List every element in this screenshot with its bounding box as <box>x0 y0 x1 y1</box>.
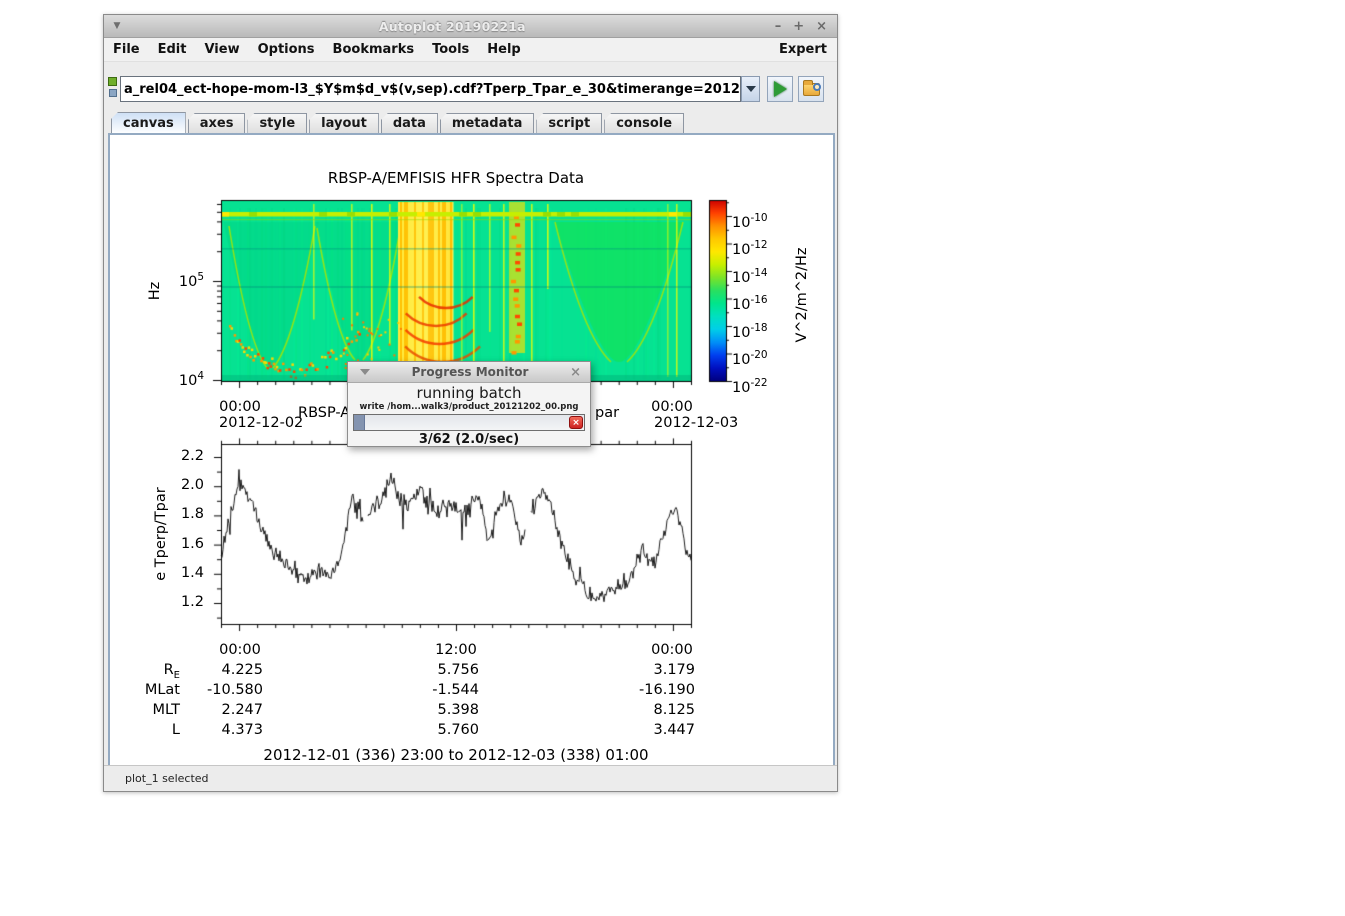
dialog-close-icon[interactable]: × <box>570 365 581 380</box>
menubar: File Edit View Options Bookmarks Tools H… <box>104 38 837 62</box>
spectrogram-title: RBSP-A/EMFISIS HFR Spectra Data <box>110 169 802 187</box>
minimize-button[interactable]: – <box>775 19 782 34</box>
ephemeris-value: 3.447 <box>615 722 695 738</box>
spectrogram-ylabel: Hz <box>147 282 163 301</box>
folder-search-icon <box>803 83 820 96</box>
window-title: Autoplot 20190221a <box>130 19 775 34</box>
lineplot-xtick-2: 00:00 <box>649 642 695 658</box>
datasource-aggregation-icon <box>109 89 117 97</box>
tab-axes[interactable]: axes <box>188 113 246 133</box>
ytick-1e4: 104 <box>168 370 204 389</box>
menu-file[interactable]: File <box>104 38 149 61</box>
lineplot-ytick-0: 2.2 <box>170 448 204 464</box>
ephemeris-value: 2.247 <box>183 702 263 718</box>
uri-text: a_rel04_ect-hope-mom-l3_$Y$m$d_v$(v,sep)… <box>124 82 741 97</box>
timerange-label: 2012-12-01 (336) 23:00 to 2012-12-03 (33… <box>110 746 802 764</box>
window-menu-icon[interactable]: ▼ <box>104 21 130 31</box>
ephemeris-value: -16.190 <box>615 682 695 698</box>
spec-xtick-right-time: 00:00 <box>649 399 695 415</box>
ephemeris-value: 4.373 <box>183 722 263 738</box>
dialog-titlebar[interactable]: Progress Monitor × <box>348 362 590 383</box>
browse-button[interactable] <box>798 76 824 102</box>
lineplot-xtick-0: 00:00 <box>217 642 263 658</box>
window-titlebar[interactable]: ▼ Autoplot 20190221a – + × <box>104 15 837 38</box>
cbar-tick-4: 10-18 <box>732 322 768 341</box>
tab-canvas[interactable]: canvas <box>111 112 186 133</box>
lineplot-ytick-5: 1.2 <box>170 594 204 610</box>
menu-help[interactable]: Help <box>478 38 529 61</box>
dialog-title: Progress Monitor <box>370 365 570 379</box>
progress-detail: write /hom...walk3/product_20121202_00.p… <box>348 402 590 412</box>
spec-xtick-left-date: 2012-12-02 <box>219 415 303 431</box>
status-bar: plot_1 selected <box>104 765 837 791</box>
datasource-type-icon <box>108 77 117 86</box>
uri-input[interactable]: a_rel04_ect-hope-mom-l3_$Y$m$d_v$(v,sep)… <box>120 76 741 102</box>
lineplot-xtick-1: 12:00 <box>433 642 479 658</box>
menu-bookmarks[interactable]: Bookmarks <box>324 38 424 61</box>
lineplot-ytick-1: 2.0 <box>170 477 204 493</box>
lineplot-ylabel: e Tperp/Tpar <box>153 487 169 580</box>
spec-xtick-left-time: 00:00 <box>217 399 263 415</box>
ephemeris-value: -1.544 <box>399 682 479 698</box>
cbar-tick-5: 10-20 <box>732 349 768 368</box>
ephemeris-value: 8.125 <box>615 702 695 718</box>
play-icon <box>774 81 787 97</box>
maximize-button[interactable]: + <box>793 19 804 34</box>
lineplot-ytick-3: 1.6 <box>170 536 204 552</box>
progress-task-label: running batch <box>348 384 590 402</box>
ephemeris-value: -10.580 <box>183 682 263 698</box>
menu-edit[interactable]: Edit <box>149 38 196 61</box>
progress-monitor-dialog[interactable]: Progress Monitor × running batch write /… <box>347 361 591 447</box>
lineplot-ytick-2: 1.8 <box>170 506 204 522</box>
menu-view[interactable]: View <box>195 38 248 61</box>
cbar-tick-6: 10-22 <box>732 377 768 396</box>
chevron-down-icon <box>746 86 756 92</box>
ephemeris-value: 4.225 <box>183 662 263 678</box>
status-text: plot_1 selected <box>125 772 209 785</box>
tab-data[interactable]: data <box>381 113 438 133</box>
ephemeris-value: 5.760 <box>399 722 479 738</box>
tab-console[interactable]: console <box>604 113 684 133</box>
tab-metadata[interactable]: metadata <box>440 113 534 133</box>
lineplot-ytick-4: 1.4 <box>170 565 204 581</box>
main-tabs: canvas axes style layout data metadata s… <box>104 112 837 133</box>
uri-dropdown-button[interactable] <box>741 76 760 102</box>
ephemeris-rowlabel-re: RE <box>110 662 180 681</box>
cbar-tick-2: 10-14 <box>732 267 768 286</box>
ephemeris-rowlabel-l: L <box>110 722 180 738</box>
plot-canvas-panel: RBSP-A/EMFISIS HFR Spectra Data Hz 105 1… <box>108 133 835 767</box>
go-button[interactable] <box>767 76 793 102</box>
progress-status: 3/62 (2.0/sec) <box>348 432 590 447</box>
spec-xtick-right-date: 2012-12-03 <box>654 415 738 431</box>
colorbar-label: V^2/m^2/Hz <box>794 247 810 342</box>
ephemeris-value: 3.179 <box>615 662 695 678</box>
close-button[interactable]: × <box>816 19 827 34</box>
cbar-tick-0: 10-10 <box>732 212 768 231</box>
progress-bar-fill <box>354 415 365 430</box>
lineplot-title-fragment-right: par <box>595 405 619 421</box>
menu-tools[interactable]: Tools <box>423 38 478 61</box>
expert-label[interactable]: Expert <box>779 42 837 57</box>
ephemeris-value: 5.756 <box>399 662 479 678</box>
ytick-1e5: 105 <box>168 271 204 290</box>
ephemeris-rowlabel-mlt: MLT <box>110 702 180 718</box>
ephemeris-value: 5.398 <box>399 702 479 718</box>
chevron-down-icon[interactable] <box>360 369 370 375</box>
tab-style[interactable]: style <box>247 113 307 133</box>
menu-options[interactable]: Options <box>249 38 324 61</box>
address-toolbar: a_rel04_ect-hope-mom-l3_$Y$m$d_v$(v,sep)… <box>104 62 837 112</box>
tab-layout[interactable]: layout <box>309 113 379 133</box>
cbar-tick-1: 10-12 <box>732 239 768 258</box>
cbar-tick-3: 10-16 <box>732 294 768 313</box>
tab-script[interactable]: script <box>536 113 602 133</box>
lineplot-title-fragment-left: RBSP-A/ <box>298 405 349 421</box>
ephemeris-rowlabel-mlat: MLat <box>110 682 180 698</box>
stop-button[interactable]: × <box>569 416 583 429</box>
progress-bar: × <box>353 414 585 431</box>
